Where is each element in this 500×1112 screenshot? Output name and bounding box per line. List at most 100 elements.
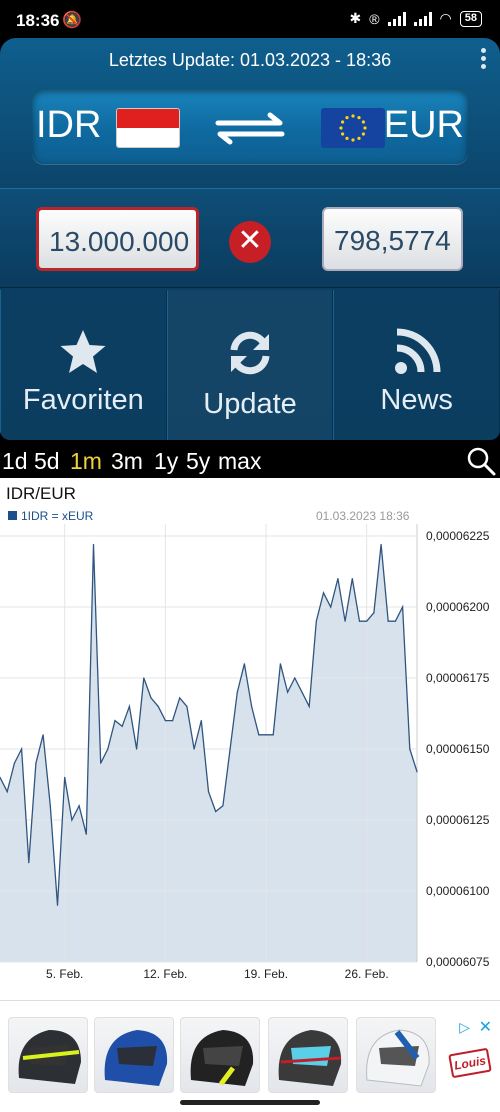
chart-legend: 1IDR = xEUR [8, 509, 93, 523]
x-tick-label: 19. Feb. [244, 967, 288, 981]
data-point [164, 720, 166, 722]
data-point [358, 620, 361, 622]
y-tick-label: 0,00006200 [426, 600, 490, 614]
data-point [92, 543, 95, 546]
x-tick-label: 12. Feb. [143, 967, 187, 981]
data-point [35, 762, 37, 764]
range-1y[interactable]: 1y [154, 448, 178, 475]
range-5y[interactable]: 5y [186, 448, 210, 475]
wifi-icon: ◠ [439, 10, 452, 26]
refresh-icon [230, 331, 270, 375]
ad-banner[interactable]: ▷ ✕ Louis [0, 1000, 500, 1112]
data-point [6, 791, 8, 793]
rate-chart[interactable]: 0,00006225 0,00006200 0,00006175 0,00006150… [0, 478, 500, 1000]
y-tick-label: 0,00006150 [426, 742, 490, 756]
ad-close-icon[interactable]: ✕ [479, 1017, 492, 1037]
chart-title: IDR/EUR [6, 484, 76, 503]
data-point [258, 734, 260, 736]
data-point [42, 734, 44, 736]
ad-brand-logo: Louis [448, 1047, 492, 1079]
data-point [286, 691, 289, 693]
bluetooth-icon: ✱ [349, 10, 362, 26]
chart-timestamp: 01.03.2023 18:36 [316, 509, 410, 523]
data-point [380, 543, 382, 546]
clear-button[interactable]: ✕ [229, 221, 271, 263]
data-point [114, 720, 116, 722]
data-point [229, 748, 231, 750]
favorites-button[interactable]: Favoriten [0, 290, 167, 440]
swap-icon[interactable] [214, 108, 286, 148]
legend-label: 1IDR = xEUR [21, 509, 94, 523]
update-button[interactable]: Update [166, 290, 334, 440]
data-point [279, 663, 281, 665]
to-amount-output[interactable]: 798,5774 [322, 207, 463, 271]
data-point [330, 606, 332, 608]
update-label: Update [203, 388, 297, 420]
news-button[interactable]: News [333, 290, 500, 440]
signal-icon [387, 11, 406, 26]
data-point [179, 697, 181, 699]
data-point [193, 748, 195, 750]
range-1m[interactable]: 1m [70, 448, 102, 475]
y-tick-label: 0,00006225 [426, 529, 490, 543]
data-point [186, 705, 188, 707]
news-label: News [380, 384, 453, 416]
data-point [344, 620, 346, 622]
ad-helmet-3[interactable] [180, 1017, 260, 1093]
ad-helmet-5[interactable] [356, 1017, 436, 1093]
ad-helmet-1[interactable] [8, 1017, 88, 1093]
data-point [409, 748, 411, 750]
from-amount-input[interactable]: 13.000.000 [36, 207, 199, 271]
search-icon[interactable] [466, 446, 496, 476]
data-point [121, 725, 123, 727]
data-point [236, 691, 238, 693]
range-5d[interactable]: 5d [34, 448, 60, 475]
registered-icon: ® [369, 10, 380, 27]
data-point [265, 734, 267, 736]
battery-icon: 58 [459, 10, 482, 27]
status-bar: 18:36 🔕 ✱ ® ◠ 58 [0, 0, 500, 40]
currency-pair-selector[interactable]: IDR EUR [32, 88, 468, 164]
data-point [128, 705, 131, 707]
data-point [207, 791, 210, 793]
star-icon [60, 330, 106, 373]
indonesia-flag-icon [116, 108, 180, 148]
to-currency-code[interactable]: EUR [384, 104, 464, 147]
status-time: 18:36 [16, 11, 60, 30]
adchoices-icon[interactable]: ▷ [459, 1019, 470, 1036]
data-point [402, 606, 404, 608]
data-point [243, 663, 246, 665]
ad-helmet-2[interactable] [94, 1017, 174, 1093]
overflow-menu-icon[interactable] [480, 48, 488, 72]
data-point [315, 620, 317, 622]
data-point [28, 862, 30, 864]
range-3m[interactable]: 3m [111, 448, 143, 475]
data-point [200, 720, 202, 722]
home-indicator [180, 1100, 320, 1105]
range-1d[interactable]: 1d [2, 448, 28, 475]
data-point [351, 578, 353, 580]
status-icons: ✱ ® ◠ 58 [349, 10, 482, 27]
data-point [64, 776, 66, 778]
data-point [373, 612, 375, 614]
data-point [78, 805, 80, 807]
x-tick-label: 26. Feb. [345, 967, 389, 981]
data-point [308, 705, 310, 707]
data-point [301, 691, 303, 693]
data-point [394, 620, 397, 622]
data-point [49, 805, 51, 807]
legend-swatch [8, 511, 17, 520]
from-currency-code[interactable]: IDR [36, 104, 101, 147]
mute-icon: 🔕 [62, 12, 82, 29]
data-point [251, 705, 253, 707]
chart-canvas: 0,00006225 0,00006200 0,00006175 0,00006150… [0, 524, 490, 981]
y-tick-label: 0,00006075 [426, 955, 490, 969]
range-selector: 1d 5d 1m 3m 1y 5y max [0, 444, 500, 478]
range-max[interactable]: max [218, 448, 261, 475]
data-point [215, 810, 217, 813]
data-point [71, 819, 73, 821]
ad-helmet-4[interactable] [268, 1017, 348, 1093]
last-update-text: Letztes Update: 01.03.2023 - 18:36 [108, 50, 392, 70]
data-point [387, 620, 389, 622]
x-tick-label: 5. Feb. [46, 967, 83, 981]
